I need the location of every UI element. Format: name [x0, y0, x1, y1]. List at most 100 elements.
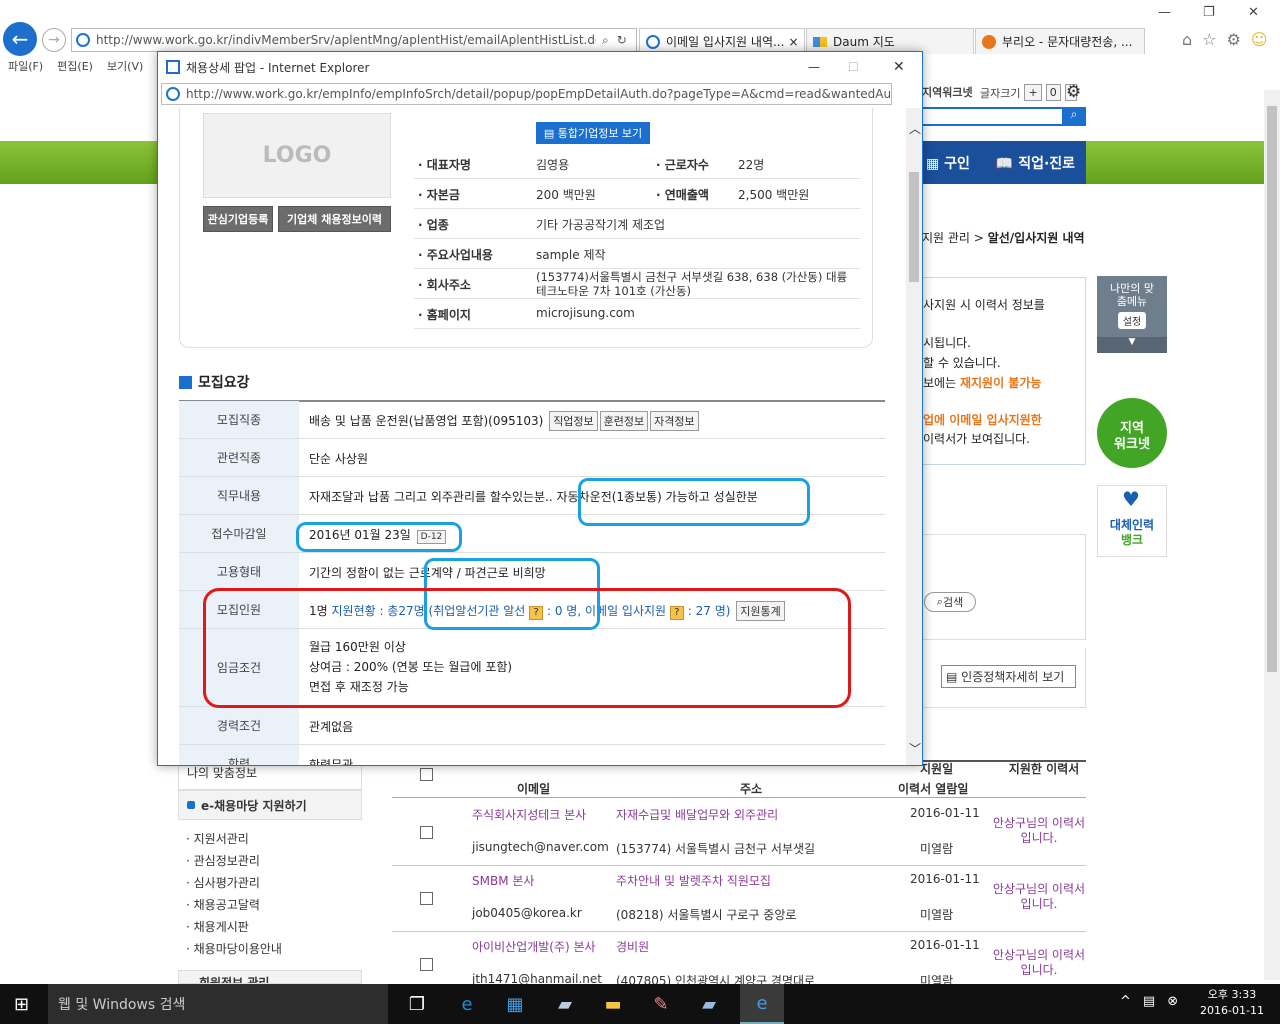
menu-view[interactable]: 보기(V) — [107, 58, 143, 74]
forward-button[interactable]: → — [42, 28, 66, 52]
my-menu-settings-button[interactable]: 설정 — [1117, 312, 1147, 329]
education-value: 학력무관 — [309, 758, 354, 765]
nav-job-offer[interactable]: ▦ 구인 — [926, 153, 970, 173]
company-link[interactable]: 아이비산업개발(주) 본사 — [472, 938, 596, 955]
scroll-thumb[interactable] — [909, 172, 919, 282]
view-status: 미열람 — [920, 842, 954, 856]
close-window-icon[interactable]: ✕ — [1248, 5, 1259, 20]
job-title-link[interactable]: 자재수급및 배달업무와 외주관리 — [616, 806, 778, 823]
restore-icon[interactable]: ❐ — [1203, 5, 1215, 20]
scroll-thumb[interactable] — [1267, 106, 1277, 672]
taskbar-search[interactable]: 웹 및 Windows 검색 — [48, 984, 388, 1024]
address-label: · 회사주소 — [418, 278, 471, 292]
main-nav-menu: ▦ 구인 📖 직업·진로 — [916, 141, 1086, 184]
refresh-icon[interactable]: ↻ — [617, 33, 627, 47]
job-title-link[interactable]: 경비원 — [616, 938, 649, 955]
font-reset-button[interactable]: 0 — [1045, 84, 1061, 101]
integrated-company-info-button[interactable]: ▤ 통합기업정보 보기 — [536, 122, 650, 144]
menu-edit[interactable]: 편집(E) — [57, 58, 93, 74]
paint-icon[interactable]: ✎ — [646, 990, 676, 1018]
sidebar-item[interactable]: · 채용게시판 — [186, 916, 282, 938]
job-value: 배송 및 납품 운전원(납품영업 포함)(095103) — [309, 414, 544, 428]
browser-toolbar-icons: ⌂ ☆ ⚙ ☺ — [1182, 30, 1268, 49]
sidebar-item[interactable]: · 채용마당이용안내 — [186, 938, 282, 960]
minimize-icon[interactable]: — — [808, 60, 820, 74]
sidebar-item-label: 관심정보관리 — [193, 854, 260, 868]
homepage-link[interactable]: microjisung.com — [536, 306, 635, 320]
back-button[interactable]: ← — [3, 22, 37, 56]
edge-icon[interactable]: e — [452, 990, 482, 1018]
site-search-button[interactable]: ⌕ — [1062, 107, 1086, 126]
nav-label: 직업·진로 — [1018, 155, 1076, 172]
regional-worknet-banner[interactable]: 지역 워크넷 — [1097, 398, 1167, 468]
minimize-icon[interactable]: — — [1158, 5, 1171, 20]
breadcrumb: 지원 관리 > 알선/입사지원 내역 — [922, 229, 1085, 246]
star-icon[interactable]: ☆ — [1202, 30, 1216, 49]
internet-explorer-icon[interactable]: e — [740, 984, 784, 1024]
address-bar[interactable]: http://www.work.go.kr/indivMemberSrv/apl… — [71, 28, 637, 52]
sidebar-section-title: e-채용마당 지원하기 — [178, 790, 362, 820]
menu-bar: 파일(F) 편집(E) 보기(V) — [0, 56, 160, 76]
nav-career[interactable]: 📖 직업·진로 — [996, 153, 1075, 173]
page-scrollbar[interactable] — [1264, 90, 1280, 980]
button-label: 기업체 채용정보이력 — [287, 213, 382, 226]
maximize-icon[interactable]: ☐ — [848, 60, 859, 74]
sidebar-item[interactable]: · 관심정보관리 — [186, 850, 282, 872]
app-icon[interactable]: ▰ — [694, 990, 724, 1018]
tab-burio[interactable]: 부리오 - 문자대량전송, ... — [975, 28, 1145, 54]
job-info-button[interactable]: 직업정보 — [549, 411, 598, 431]
volume-muted-icon[interactable]: ⊗ — [1167, 994, 1178, 1009]
training-info-button[interactable]: 훈련정보 — [599, 411, 649, 431]
search-icon[interactable]: ⌕ — [602, 33, 609, 48]
license-info-button[interactable]: 자격정보 — [650, 411, 699, 431]
sidebar-item[interactable]: · 채용공고달력 — [186, 894, 282, 916]
font-plus-button[interactable]: + — [1024, 84, 1042, 101]
favorite-company-button[interactable]: 관심기업등록 — [203, 206, 273, 232]
sales-value: 2,500 백만원 — [738, 188, 810, 202]
job-title-link[interactable]: 주차안내 및 발렛주차 직원모집 — [616, 872, 771, 889]
sidebar-item[interactable]: · 심사평가관리 — [186, 872, 282, 894]
popup-address-bar[interactable]: http://www.work.go.kr/empInfo/empInfoSrc… — [161, 83, 892, 105]
app-icon[interactable]: ▰ — [550, 990, 580, 1018]
resume-link[interactable]: 안상구님의 이력서 입니다. — [992, 948, 1086, 978]
settings-gear-icon[interactable]: ⚙ — [1066, 82, 1081, 102]
chevron-up-icon[interactable]: ︿ — [909, 120, 921, 137]
notification-icon[interactable]: ▤ — [1143, 994, 1155, 1009]
company-link[interactable]: 주식회사지성테크 본사 — [472, 806, 586, 823]
gear-icon[interactable]: ⚙ — [1227, 30, 1241, 49]
career-value: 관계없음 — [309, 720, 354, 734]
resume-link[interactable]: 안상구님의 이력서 입니다. — [992, 882, 1086, 912]
clock[interactable]: 오후 3:33 2016-01-11 — [1192, 987, 1272, 1019]
smiley-icon[interactable]: ☺ — [1251, 30, 1268, 49]
sidebar-item-label: 채용게시판 — [193, 920, 249, 934]
popup-scrollbar[interactable]: ︿ ﹀ — [906, 108, 922, 765]
checkbox[interactable] — [420, 958, 433, 971]
checkbox[interactable] — [420, 892, 433, 905]
hiring-history-button[interactable]: 기업체 채용정보이력 — [278, 206, 391, 232]
company-link[interactable]: SMBM 본사 — [472, 872, 534, 889]
sales-label: · 연매출액 — [656, 188, 709, 202]
resume-link[interactable]: 안상구님의 이력서 입니다. — [992, 816, 1086, 846]
chevron-up-icon[interactable]: ^ — [1120, 994, 1131, 1009]
close-icon[interactable]: × — [788, 35, 798, 49]
regional-worknet-link[interactable]: 지역워크넷 — [922, 84, 973, 100]
sidebar-section-member[interactable]: 회원정보 관리 — [178, 970, 362, 984]
search-button[interactable]: ⌕ 검색 — [924, 592, 976, 612]
calendar-app-icon[interactable]: ▦ — [500, 990, 530, 1018]
home-icon[interactable]: ⌂ — [1182, 30, 1192, 49]
chevron-down-icon[interactable]: ▼ — [1097, 337, 1167, 353]
file-explorer-icon[interactable]: ▬ — [598, 990, 628, 1018]
sidebar-item-my-info[interactable]: 나의 맞춤정보 — [187, 764, 257, 781]
substitute-workforce-bank-banner[interactable]: ♥ 대체인력 뱅크 — [1097, 485, 1167, 557]
windows-start-icon[interactable]: ⊞ — [14, 994, 29, 1015]
row-label: 모집직종 — [179, 401, 299, 438]
menu-file[interactable]: 파일(F) — [8, 58, 43, 74]
chevron-down-icon[interactable]: ﹀ — [909, 740, 921, 757]
recruit-section-title: 모집요강 — [179, 372, 250, 392]
checkbox[interactable] — [420, 826, 433, 839]
site-search-input[interactable] — [918, 107, 1062, 126]
select-all-checkbox[interactable] — [420, 768, 433, 781]
sidebar-item[interactable]: · 지원서관리 — [186, 828, 282, 850]
task-view-icon[interactable]: ❐ — [402, 990, 432, 1018]
close-icon[interactable]: ✕ — [893, 59, 905, 75]
